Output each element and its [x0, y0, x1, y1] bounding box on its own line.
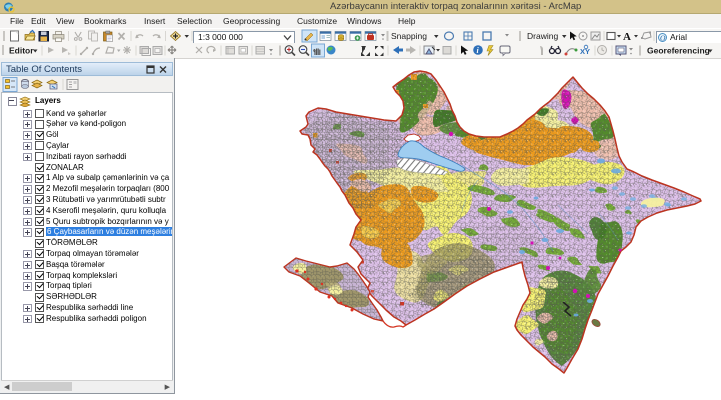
svg-text:Editor: Editor — [9, 46, 34, 56]
svg-text:Drawing: Drawing — [527, 31, 558, 41]
svg-text:O: O — [660, 33, 666, 42]
svg-text:A: A — [623, 31, 631, 43]
svg-text:Georeferencing: Georeferencing — [647, 46, 710, 56]
svg-text:Snapping: Snapping — [391, 31, 427, 41]
